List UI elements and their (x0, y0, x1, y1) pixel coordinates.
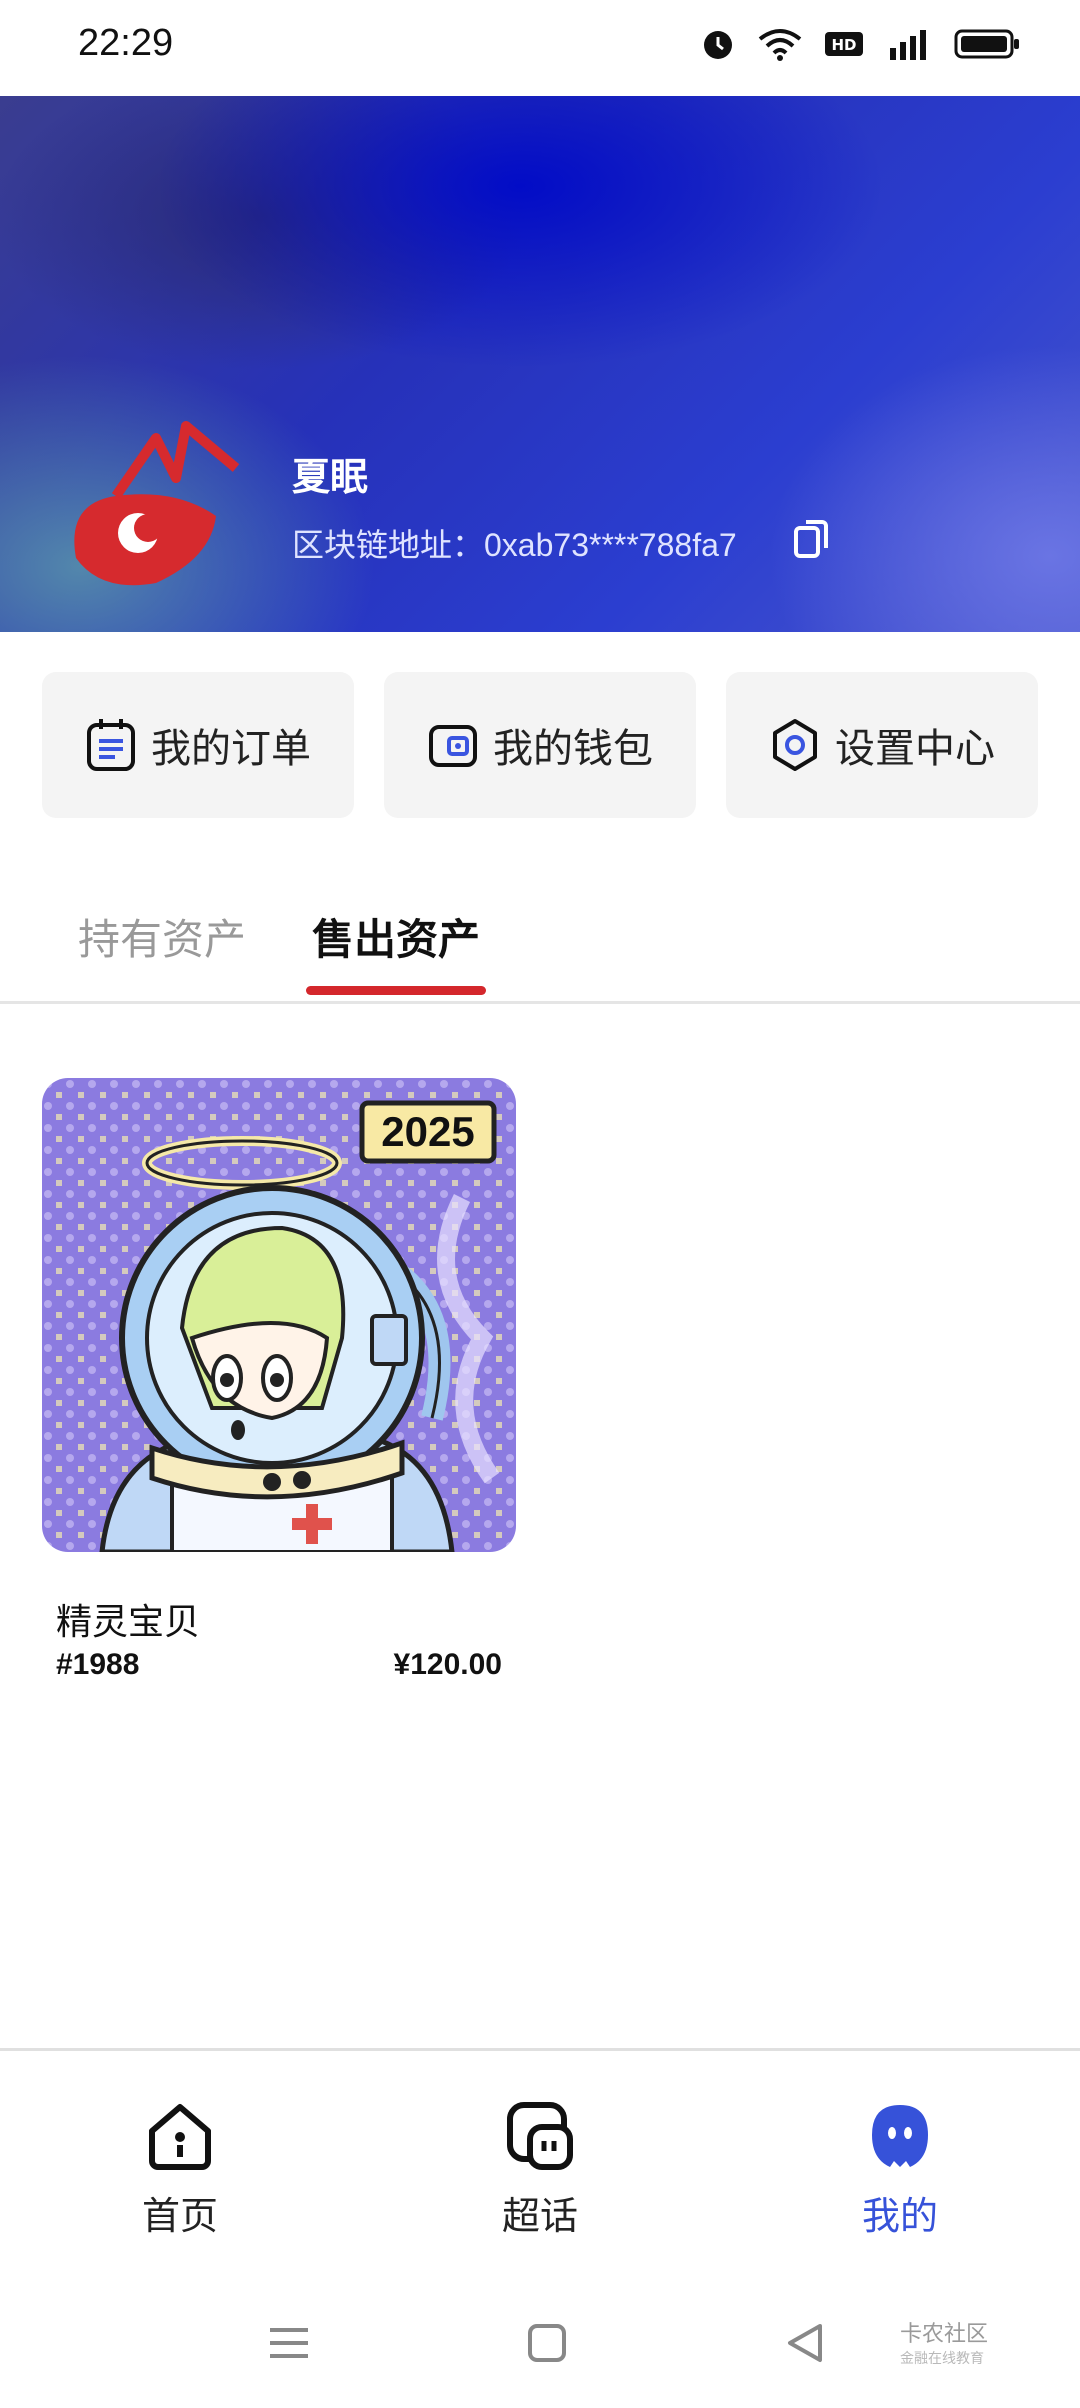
hd-icon: HD (824, 30, 864, 63)
asset-price: ¥120.00 (393, 1648, 502, 1681)
my-wallet-label: 我的钱包 (493, 727, 653, 771)
asset-serial: #1988 (56, 1648, 140, 1681)
nav-home[interactable]: 首页 (80, 2101, 280, 2240)
bottom-nav: 首页 超话 我的 (0, 2048, 1080, 2278)
my-wallet-button[interactable]: 我的钱包 (384, 672, 696, 818)
copy-icon[interactable] (792, 516, 832, 560)
nav-mine-label: 我的 (861, 2196, 938, 2238)
signal-icon (886, 26, 932, 67)
nav-topics[interactable]: 超话 (440, 2101, 640, 2240)
asset-tabs: 持有资产 售出资产 (0, 890, 1080, 1004)
nav-mine[interactable]: 我的 (800, 2101, 1000, 2240)
watermark-line1: 卡农社区 (900, 2321, 989, 2346)
avatar[interactable] (56, 408, 246, 598)
wallet-icon (427, 717, 479, 773)
watermark-line2: 金融在线教育 (900, 2350, 984, 2366)
tab-held-assets[interactable]: 持有资产 (78, 906, 246, 967)
asset-name: 精灵宝贝 (56, 1601, 201, 1642)
home-icon (146, 2101, 214, 2171)
nav-home-label: 首页 (141, 2196, 218, 2238)
asset-badge: 2025 (381, 1108, 474, 1155)
my-orders-button[interactable]: 我的订单 (42, 672, 354, 818)
settings-center-button[interactable]: 设置中心 (726, 672, 1038, 818)
system-nav-bar: 卡农社区 金融在线教育 (0, 2278, 1080, 2408)
active-tab-indicator (306, 986, 486, 995)
status-bar: 22:29 HD (0, 0, 1080, 96)
quick-actions: 我的订单 我的钱包 设置中心 (42, 672, 1038, 818)
watermark: 卡农社区 金融在线教育 (900, 2316, 988, 2368)
chain-address: 区块链地址：0xab73****788fa7 (292, 527, 737, 563)
nav-topics-label: 超话 (501, 2196, 578, 2238)
status-time: 22:29 (78, 22, 174, 64)
tab-sold-assets[interactable]: 售出资产 (312, 906, 480, 967)
battery-icon (954, 28, 1020, 65)
alarm-icon (700, 26, 736, 67)
asset-card[interactable]: 2025 精灵宝贝 #1988 ¥120.00 (42, 1078, 516, 1681)
topics-icon (506, 2101, 574, 2171)
status-icons: HD (700, 26, 1020, 67)
menu-icon[interactable] (264, 2318, 314, 2368)
wifi-icon (758, 27, 802, 66)
settings-center-label: 设置中心 (835, 727, 995, 771)
order-icon (85, 717, 137, 773)
settings-icon (769, 717, 821, 773)
profile-icon (866, 2101, 934, 2171)
user-name: 夏眠 (292, 457, 369, 499)
back-triangle-icon[interactable] (780, 2318, 830, 2368)
asset-image: 2025 (42, 1078, 516, 1552)
home-square-icon[interactable] (522, 2318, 572, 2368)
my-orders-label: 我的订单 (151, 727, 311, 771)
svg-text:HD: HD (831, 36, 856, 54)
